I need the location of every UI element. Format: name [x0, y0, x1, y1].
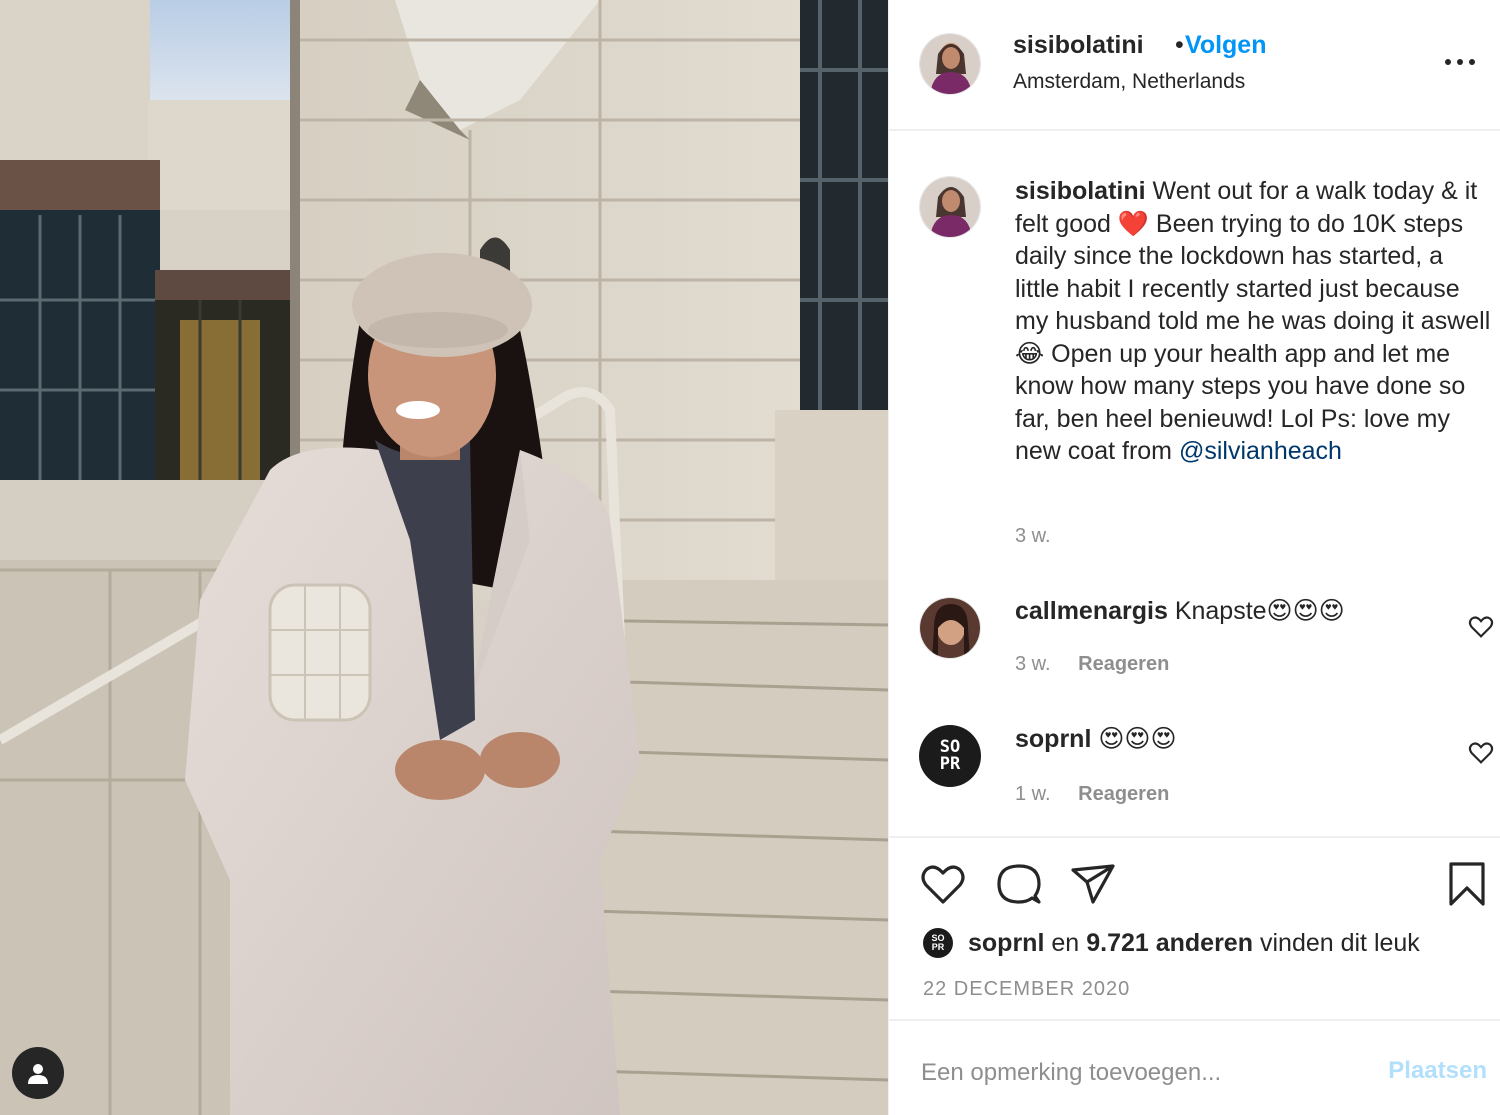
reply-button[interactable]: Reageren — [1078, 783, 1169, 805]
commenter-avatar[interactable] — [919, 597, 981, 659]
comment-timestamp[interactable]: 3 w. — [1015, 653, 1051, 675]
likes-connector: en — [1051, 928, 1080, 957]
heart-icon[interactable] — [1467, 739, 1495, 767]
comment-meta: 1 w. Reageren — [1015, 783, 1169, 806]
caption-body: Went out for a walk today & it felt good… — [1015, 177, 1491, 465]
commenter-avatar[interactable]: SO PR — [919, 725, 981, 787]
caption-mention-link[interactable]: @silvianheach — [1179, 437, 1342, 465]
comment-timestamp[interactable]: 1 w. — [1015, 783, 1051, 805]
comment-username[interactable]: callmenargis — [1015, 597, 1168, 625]
comment-body: Knapste😍😍😍 — [1174, 597, 1345, 625]
share-icon[interactable] — [1069, 860, 1117, 908]
liker-avatar[interactable]: SO PR — [923, 928, 953, 958]
comment-meta: 3 w. Reageren — [1015, 653, 1169, 676]
post-comment-button[interactable]: Plaatsen — [1388, 1057, 1487, 1085]
comment-item: SO PR soprnl 😍😍😍 1 w. Reageren — [889, 725, 1500, 835]
avatar-text-line: PR — [939, 754, 961, 774]
separator-dot: • — [1175, 31, 1184, 59]
post-photo[interactable] — [0, 0, 888, 1115]
reply-button[interactable]: Reageren — [1078, 653, 1169, 675]
comment-text: soprnl 😍😍😍 — [1015, 723, 1177, 755]
comment-item: callmenargis Knapste😍😍😍 3 w. Reageren — [889, 597, 1500, 707]
post-date[interactable]: 22 DECEMBER 2020 — [923, 978, 1130, 1001]
post-location[interactable]: Amsterdam, Netherlands — [1013, 70, 1245, 94]
caption-author-avatar[interactable] — [919, 176, 981, 238]
heart-icon[interactable] — [919, 860, 967, 908]
caption-text: sisibolatini Went out for a walk today &… — [1015, 175, 1493, 468]
comment-input[interactable] — [921, 1051, 1361, 1095]
author-username[interactable]: sisibolatini — [1013, 31, 1144, 60]
comment-username[interactable]: soprnl — [1015, 725, 1091, 753]
comment-icon[interactable] — [995, 860, 1043, 908]
comment-body: 😍😍😍 — [1098, 725, 1177, 753]
add-comment-bar: Plaatsen — [889, 1019, 1500, 1115]
heart-icon[interactable] — [1467, 613, 1495, 641]
more-options-icon[interactable] — [1445, 50, 1475, 74]
photo-image — [0, 0, 888, 1115]
avatar-text-line: PR — [931, 942, 945, 952]
caption-username[interactable]: sisibolatini — [1015, 177, 1146, 205]
caption-timestamp[interactable]: 3 w. — [1015, 525, 1051, 548]
post-details-panel: sisibolatini • Volgen Amsterdam, Netherl… — [888, 0, 1500, 1115]
likes-suffix: vinden dit leuk — [1259, 928, 1420, 957]
comment-text: callmenargis Knapste😍😍😍 — [1015, 595, 1345, 627]
post-actions: SO PR soprnl en 9.721 anderen vinden dit … — [889, 836, 1500, 1019]
user-tag-icon — [28, 1064, 48, 1084]
tagged-users-button[interactable] — [12, 1047, 64, 1099]
follow-button[interactable]: Volgen — [1185, 31, 1266, 60]
post-header: sisibolatini • Volgen Amsterdam, Netherl… — [889, 0, 1500, 131]
likes-summary: SO PR soprnl en 9.721 anderen vinden dit … — [923, 928, 1420, 958]
bookmark-icon[interactable] — [1443, 860, 1491, 908]
author-avatar[interactable] — [919, 33, 981, 95]
likes-count-link[interactable]: 9.721 anderen — [1086, 929, 1253, 958]
liker-username[interactable]: soprnl — [968, 929, 1044, 958]
